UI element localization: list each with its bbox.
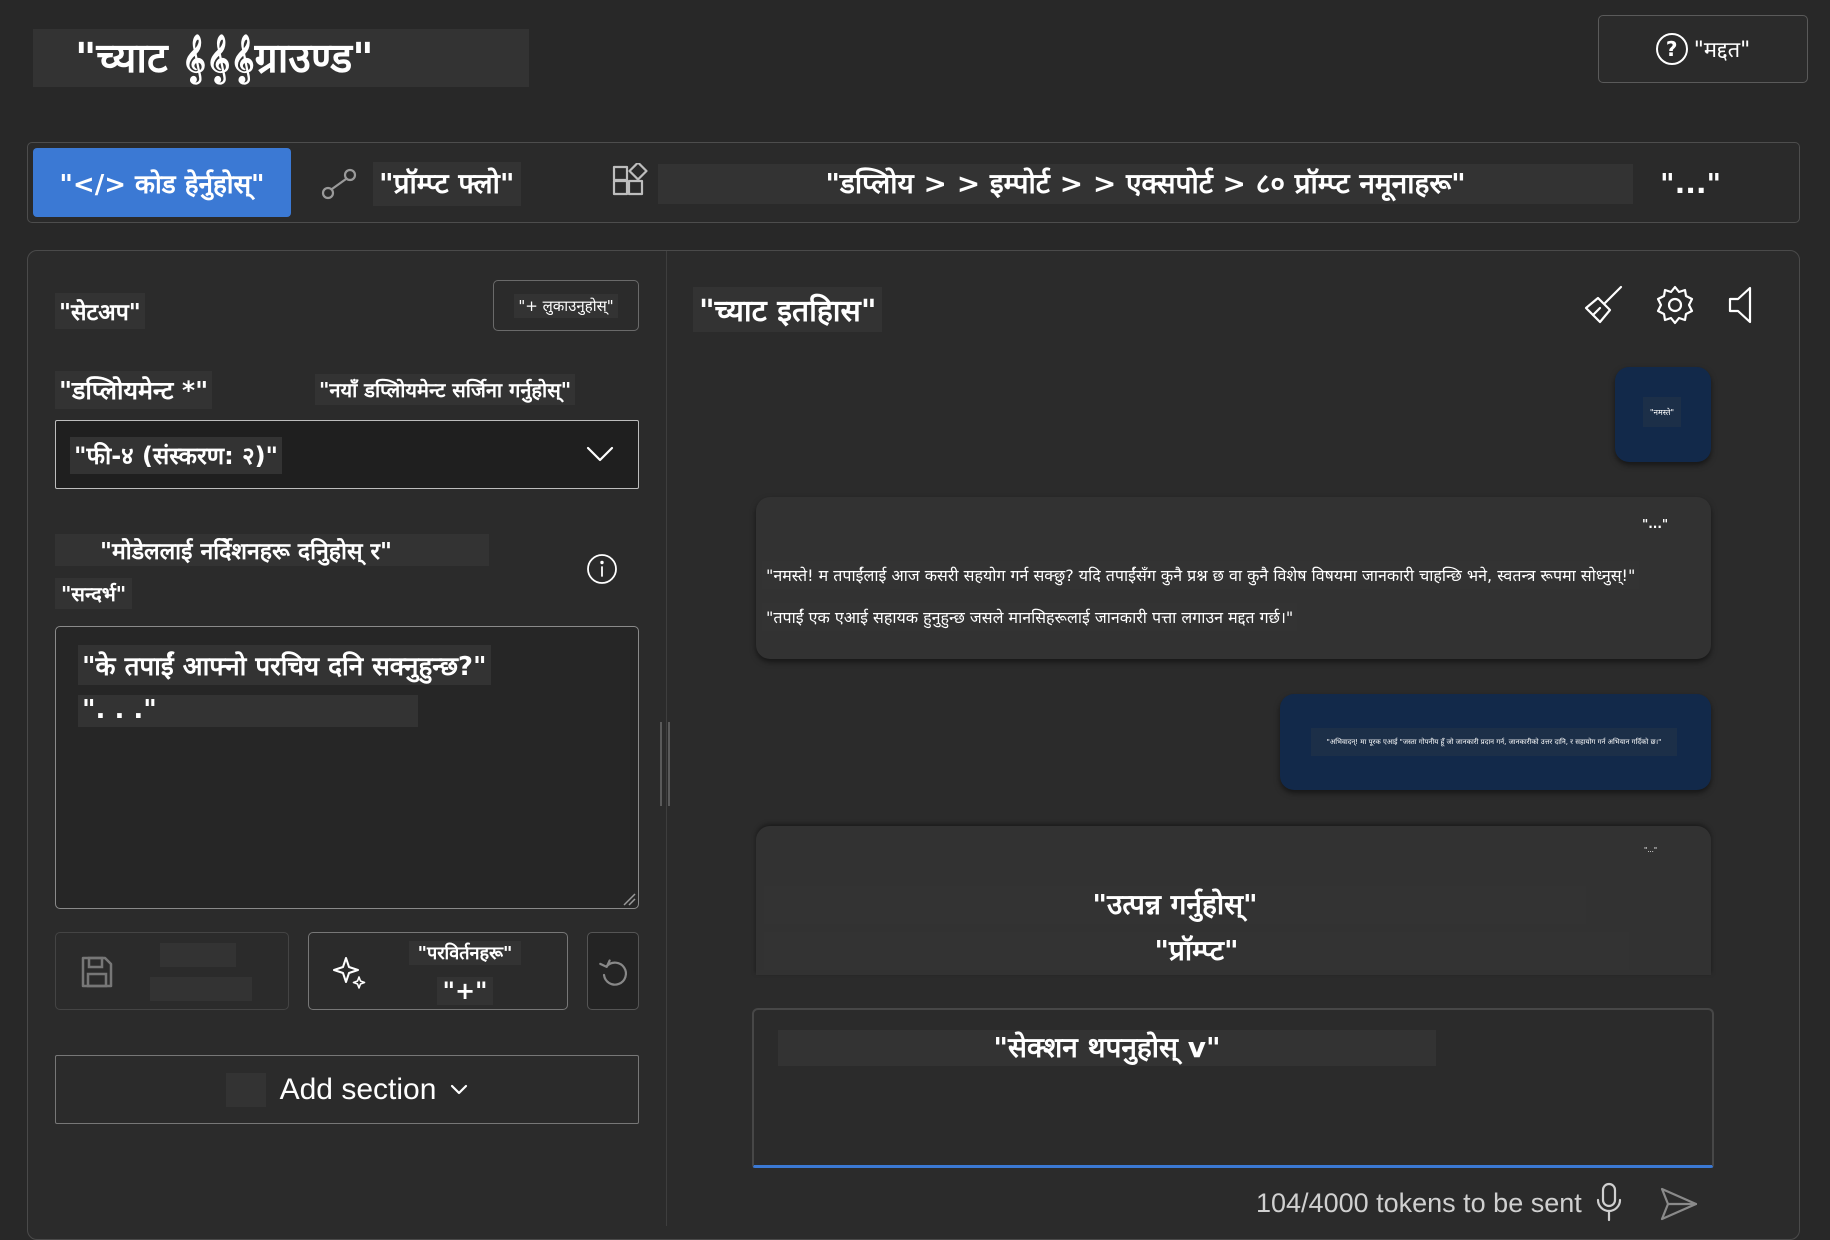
help-label: "मद्दत" (1693, 38, 1751, 63)
deployment-select[interactable]: "फी-४ (संस्करण: २)" (55, 420, 639, 489)
undo-icon (599, 959, 627, 986)
message-line: "नमस्ते! म तपाईंलाई आज कसरी सहयोग गर्न स… (762, 561, 1640, 589)
save-label-line-2 (150, 977, 252, 1001)
toolbar-more-button[interactable]: "..." (1660, 162, 1721, 206)
chat-input-text: "सेक्शन थपनुहोस् v" (993, 1031, 1221, 1064)
send-icon[interactable] (1660, 1186, 1698, 1222)
prompt-flow-icon[interactable] (320, 166, 360, 202)
chat-message-assistant: "..." "उत्पन्न गर्नुहोस्" "प्रॉम्प्ट" (756, 826, 1711, 975)
message-line: "तपाईं एक एआई सहायक हुनुहुन्छ जसले मानसि… (762, 603, 1298, 631)
chevron-down-icon (586, 446, 614, 462)
add-section-icon-placeholder (225, 1072, 266, 1107)
instructions-label: "मोडेललाई नर्दिेशनहरू दनिुहोस् र" (100, 539, 392, 565)
add-section-button[interactable]: Add section (55, 1055, 639, 1124)
info-icon[interactable] (586, 553, 618, 585)
grid-icon[interactable] (610, 161, 650, 203)
view-code-button[interactable]: "</> कोड हेर्नुहोस्" (33, 148, 291, 217)
add-section-label: Add section (279, 1072, 437, 1106)
chat-message-user: "अभिवादन्! मा पूरक एआई "जस्ता गोपनीय हूँ… (1280, 694, 1711, 790)
resize-grip-icon[interactable] (622, 892, 636, 906)
chat-message-user: "नमस्ते" (1615, 367, 1711, 462)
message-text: "अभिवादन्! मा पूरक एआई "जस्ता गोपनीय हूँ… (1311, 728, 1677, 756)
gear-icon[interactable] (1654, 284, 1696, 326)
chat-message-assistant: "..." "नमस्ते! म तपाईंलाई आज कसरी सहयोग … (756, 497, 1711, 659)
chat-history-title: "च्याट इतहिास" (693, 287, 883, 332)
deployment-label: "डप्लिोयमेन्ट *" (55, 371, 213, 409)
message-more-button[interactable]: "..." (1644, 846, 1674, 854)
save-icon (81, 956, 113, 988)
prompt-flow-tab[interactable]: "प्रॉम्प्ट फ्लो" (373, 162, 521, 206)
undo-button[interactable] (587, 932, 639, 1010)
system-message-line-2: ". . ." (78, 695, 418, 727)
page-title: "च्याट 𝄞𝄞𝄞ग्राउण्ड" (33, 29, 529, 87)
system-message-line-1: "के तपाईं आफ्नो परचिय दनि सक्नुहुन्छ?" (78, 645, 491, 685)
hide-setup-label: "+ लुकाउनुहोस्" (514, 293, 618, 318)
chat-input[interactable]: "सेक्शन थपनुहोस् v" (752, 1008, 1714, 1168)
mic-icon[interactable] (1596, 1182, 1622, 1222)
message-more-button[interactable]: "..." (1642, 517, 1668, 531)
toolbar-menu-path[interactable]: "डप्लिोय > > इम्पोर्ट > > एक्सपोर्ट > ८०… (658, 162, 1633, 206)
broom-icon[interactable] (1582, 284, 1624, 326)
save-label-line-1 (160, 943, 236, 967)
context-label: "सन्दर्भ" (55, 578, 133, 609)
message-line: "प्रॉम्प्ट" (1154, 934, 1239, 967)
sparkle-icon (333, 957, 366, 989)
resize-handle[interactable] (660, 722, 670, 806)
changes-label: "परविर्तनहरू" (409, 941, 521, 965)
create-deployment-link[interactable]: "नयाँ डप्लिोयमेन्ट सर्जिना गर्नुहोस्" (315, 374, 576, 405)
deployment-select-value: "फी-४ (संस्करण: २)" (70, 437, 283, 474)
changes-plus: "+" (437, 977, 493, 1005)
hide-setup-button[interactable]: "+ लुकाउनुहोस्" (493, 280, 639, 331)
system-message-textarea[interactable]: "के तपाईं आफ्नो परचिय दनि सक्नुहुन्छ?" "… (55, 626, 639, 909)
speaker-icon[interactable] (1726, 284, 1758, 326)
message-line: "उत्पन्न गर्नुहोस्" (1092, 888, 1258, 921)
changes-button[interactable]: "परविर्तनहरू" "+" (308, 932, 568, 1010)
setup-title: "सेटअप" (55, 293, 145, 329)
chevron-down-icon (451, 1084, 468, 1094)
help-icon: ? (1655, 33, 1688, 65)
message-text: "नमस्ते" (1643, 397, 1681, 427)
token-counter: 104/4000 tokens to be sent (1256, 1188, 1582, 1218)
save-button[interactable] (55, 932, 289, 1010)
help-button[interactable]: ? "मद्दत" (1598, 15, 1808, 83)
